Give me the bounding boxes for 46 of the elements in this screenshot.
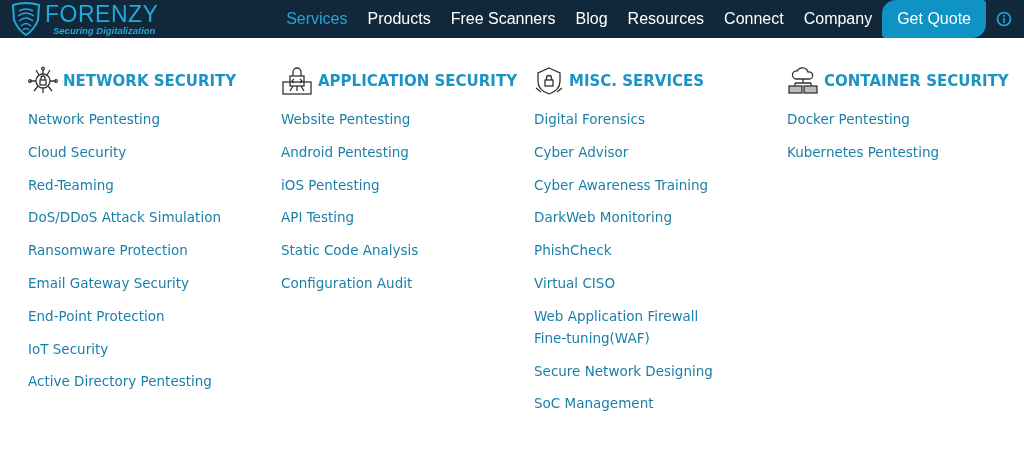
menu-link[interactable]: DoS/DDoS Attack Simulation [28, 206, 228, 229]
menu-link[interactable]: iOS Pentesting [281, 173, 481, 196]
menu-link[interactable]: Cyber Advisor [534, 140, 734, 163]
logo-icon [10, 2, 42, 36]
cloud-server-icon [787, 66, 819, 96]
menu-link[interactable]: Android Pentesting [281, 140, 481, 163]
circuit-lock-icon [28, 66, 58, 96]
info-icon[interactable] [996, 11, 1012, 27]
column-heading: APPLICATION SECURITY [318, 72, 517, 90]
menu-link[interactable]: Digital Forensics [534, 108, 734, 130]
menu-link[interactable]: Docker Pentesting [787, 108, 987, 130]
menu-link[interactable]: Active Directory Pentesting [28, 370, 228, 393]
nav-link[interactable]: Blog [565, 10, 618, 28]
menu-link[interactable]: SoC Management [534, 392, 734, 415]
menu-link[interactable]: Email Gateway Security [28, 272, 228, 294]
nav-link[interactable]: Products [357, 10, 441, 28]
menu-link[interactable]: Secure Network Designing [534, 359, 734, 382]
nav-link[interactable]: Resources [617, 10, 715, 28]
menu-link[interactable]: PhishCheck [534, 239, 734, 262]
menu-link[interactable]: Static Code Analysis [281, 239, 481, 262]
nav-link[interactable]: Company [793, 10, 883, 28]
nav-link[interactable]: Connect [714, 10, 794, 28]
column-heading: NETWORK SECURITY [63, 72, 237, 90]
menu-link[interactable]: IoT Security [28, 337, 228, 360]
menu-link[interactable]: Cyber Awareness Training [534, 173, 734, 196]
menu-link[interactable]: Web Application Firewall Fine-tuning(WAF) [534, 304, 734, 349]
menu-link[interactable]: Configuration Audit [281, 272, 481, 294]
menu-link[interactable]: End-Point Protection [28, 304, 228, 327]
menu-link[interactable]: Ransomware Protection [28, 239, 228, 262]
nav-link[interactable]: Services [276, 10, 358, 28]
menu-link[interactable]: Network Pentesting [28, 108, 228, 130]
nav-link[interactable]: Free Scanners [440, 10, 566, 28]
menu-link[interactable]: API Testing [281, 206, 481, 229]
menu-link[interactable]: Website Pentesting [281, 108, 481, 130]
column-heading: MISC. SERVICES [569, 72, 705, 90]
column-heading: CONTAINER SECURITY [824, 72, 1009, 90]
menu-link[interactable]: Virtual CISO [534, 272, 734, 294]
shield-lock-icon [534, 66, 564, 96]
get-quote-button[interactable]: Get Quote [882, 0, 986, 38]
code-lock-icon [281, 66, 313, 96]
logo-text: FORENZY [45, 2, 159, 26]
menu-link[interactable]: Red-Teaming [28, 173, 228, 196]
menu-link[interactable]: Cloud Security [28, 140, 228, 163]
logo-tagline: Securing Digitalization [53, 25, 157, 36]
menu-link[interactable]: DarkWeb Monitoring [534, 206, 734, 229]
menu-link[interactable]: Kubernetes Pentesting [787, 140, 987, 163]
